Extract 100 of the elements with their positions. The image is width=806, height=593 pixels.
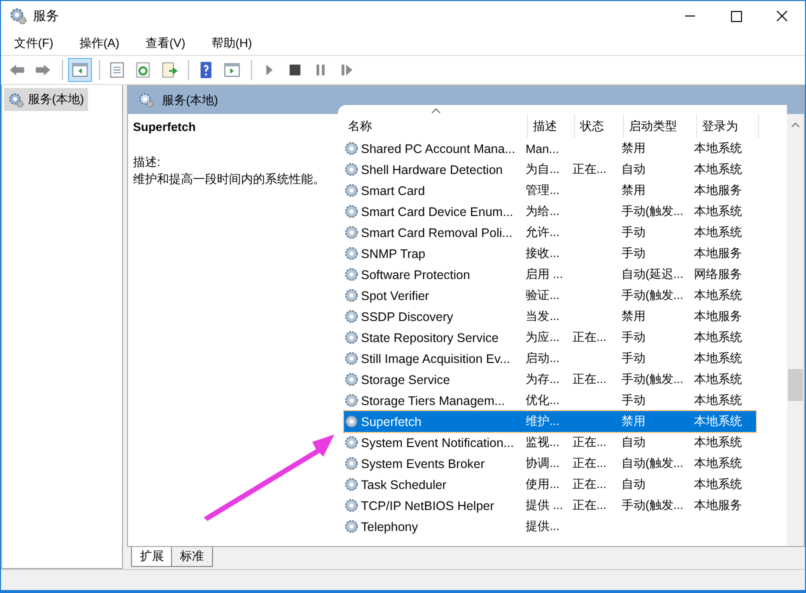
column-header[interactable]: 登录为 (697, 114, 759, 138)
table-cell-text: SNMP Trap (361, 246, 426, 260)
table-cell-text: Storage Service (361, 372, 451, 386)
table-row[interactable]: Shared PC Account Mana... Man... 禁用 本地系统 (344, 138, 756, 159)
table-row[interactable]: Software Protection 启用 ... 自动(延迟... 网络服务 (344, 264, 756, 285)
table-row[interactable]: SNMP Trap 接收... 手动 本地服务 (344, 243, 756, 264)
table-cell-text: Shell Hardware Detection (361, 162, 504, 176)
table-cell-text: 启动... (526, 350, 561, 367)
scrollbar[interactable] (787, 114, 804, 546)
table-cell-text: 验证... (526, 287, 561, 304)
table-cell-text: 本地系统 (694, 434, 744, 451)
table-cell-text: 自动(触发... (621, 455, 684, 472)
column-header[interactable]: 描述 (528, 114, 575, 138)
table-cell-text: 维护... (526, 413, 561, 430)
table-cell-text: 手动 (621, 245, 646, 262)
table-row[interactable]: System Event Notification... 监视... 正在... 自动 本地系统 (344, 432, 756, 453)
table-row[interactable]: Storage Tiers Managem... 优化... 手动 本地系统 (344, 390, 756, 411)
table-cell-text: 正在... (572, 497, 608, 514)
table-cell-text: 自动(延迟... (621, 266, 684, 283)
table-cell-text: Storage Tiers Managem... (361, 394, 506, 408)
table-cell-text: 手动 (621, 392, 646, 409)
table-row[interactable]: Smart Card 管理... 禁用 本地服务 (344, 180, 756, 201)
gear-icon (344, 204, 359, 219)
menu-item[interactable]: 操作(A) (72, 32, 126, 54)
tab[interactable]: 标准 (171, 547, 213, 567)
export-icon (160, 61, 178, 79)
table-cell-text: SSDP Discovery (361, 310, 454, 324)
table-cell-text: 本地系统 (694, 392, 744, 409)
table-row[interactable]: Superfetch 维护... 禁用 本地系统 (344, 411, 756, 432)
table-cell-text: 手动 (621, 329, 646, 346)
table-cell-text: 本地系统 (694, 329, 744, 346)
table-cell-text: 正在... (572, 434, 608, 451)
window-title: 服务 (33, 7, 59, 25)
table-cell-text: 本地系统 (694, 350, 744, 367)
properties-icon (108, 61, 126, 79)
tab[interactable]: 扩展 (131, 547, 173, 567)
table-cell-text: 正在... (572, 329, 608, 346)
table-cell-text: Software Protection (361, 268, 472, 282)
table-cell-text: 本地系统 (694, 161, 744, 178)
gear-icon (344, 477, 359, 492)
table-cell-text: Superfetch (361, 414, 422, 428)
table-row[interactable]: Shell Hardware Detection 为自... 正在... 自动 本地系统 (344, 159, 756, 180)
table-cell-text: TCP/IP NetBIOS Helper (361, 498, 496, 512)
gear-icon (344, 498, 359, 513)
column-header[interactable]: 名称 (343, 114, 528, 138)
table-row[interactable]: SSDP Discovery 当发... 禁用 本地服务 (344, 306, 756, 327)
gear-icon (344, 246, 359, 261)
table-cell-text: Spot Verifier (361, 288, 430, 302)
gear-icon (344, 435, 359, 450)
table-row[interactable]: System Events Broker 协调... 正在... 自动(触发... 本地系统 (344, 453, 756, 474)
table-cell-text: 协调... (526, 455, 561, 472)
refresh-icon (134, 61, 152, 79)
table-cell-text: 为应... (526, 329, 561, 346)
table-row[interactable]: Spot Verifier 验证... 手动(触发... 本地系统 (344, 285, 756, 306)
scroll-up-icon[interactable] (791, 122, 800, 128)
table-cell-text: 自动 (621, 161, 646, 178)
table-cell-text: 本地系统 (694, 371, 744, 388)
table-cell-text: 当发... (526, 308, 561, 325)
table-cell-text: Task Scheduler (361, 478, 448, 492)
scroll-thumb[interactable] (788, 369, 803, 401)
gear-icon (344, 162, 359, 177)
table-cell-text: 禁用 (621, 140, 646, 157)
table-cell-text: 本地服务 (694, 308, 744, 325)
table-row[interactable]: Smart Card Removal Poli... 允许... 手动 本地系统 (344, 222, 756, 243)
column-header[interactable]: 启动类型 (624, 114, 697, 138)
table-cell-text: 为自... (526, 161, 561, 178)
table-cell-text: 为存... (526, 371, 561, 388)
gear-icon (344, 393, 359, 408)
table-row[interactable]: State Repository Service 为应... 正在... 手动 本地系统 (344, 327, 756, 348)
table-cell-text: Shared PC Account Mana... (361, 142, 516, 156)
table-cell-text: Man... (526, 142, 560, 156)
menu-item[interactable]: 查看(V) (138, 32, 192, 54)
table-cell-text: 自动 (621, 476, 646, 493)
gear-icon (344, 309, 359, 324)
table-cell-text: 为给... (526, 203, 561, 220)
description-text: 维护和提高一段时间内的系统性能。 (133, 171, 326, 188)
table-cell-text: 禁用 (621, 413, 646, 430)
table-row[interactable]: Telephony 提供... (344, 516, 756, 537)
toolbar-button[interactable] (68, 58, 92, 82)
table-row[interactable]: TCP/IP NetBIOS Helper 提供 ... 正在... 手动(触发... 本地服务 (344, 495, 756, 516)
menu-item[interactable]: 文件(F) (7, 32, 60, 54)
tree-item[interactable]: 服务(本地) (4, 88, 88, 111)
gear-icon (8, 92, 24, 108)
table-row[interactable]: Still Image Acquisition Ev... 启动... 手动 本地系统 (344, 348, 756, 369)
table-cell-text: 启用 ... (526, 266, 564, 283)
column-header[interactable]: 状态 (575, 114, 624, 138)
table-cell-text: 提供 ... (526, 497, 564, 514)
gear-icon (344, 456, 359, 471)
gear-icon (344, 330, 359, 345)
menu-item[interactable]: 帮助(H) (204, 32, 259, 54)
table-row[interactable]: Smart Card Device Enum... 为给... 手动(触发... 本地系统 (344, 201, 756, 222)
service-name: Superfetch (133, 120, 197, 134)
table-cell-text: State Repository Service (361, 330, 500, 344)
table-row[interactable]: Task Scheduler 使用... 正在... 自动 本地系统 (344, 474, 756, 495)
table-cell-text: 手动 (621, 224, 646, 241)
table-row[interactable]: Storage Service 为存... 正在... 手动(触发... 本地系统 (344, 369, 756, 390)
table-cell-text: 手动(触发... (621, 371, 684, 388)
table-cell-text: 接收... (526, 245, 561, 262)
table-cell-text: 允许... (526, 224, 561, 241)
gear-icon (138, 92, 154, 108)
